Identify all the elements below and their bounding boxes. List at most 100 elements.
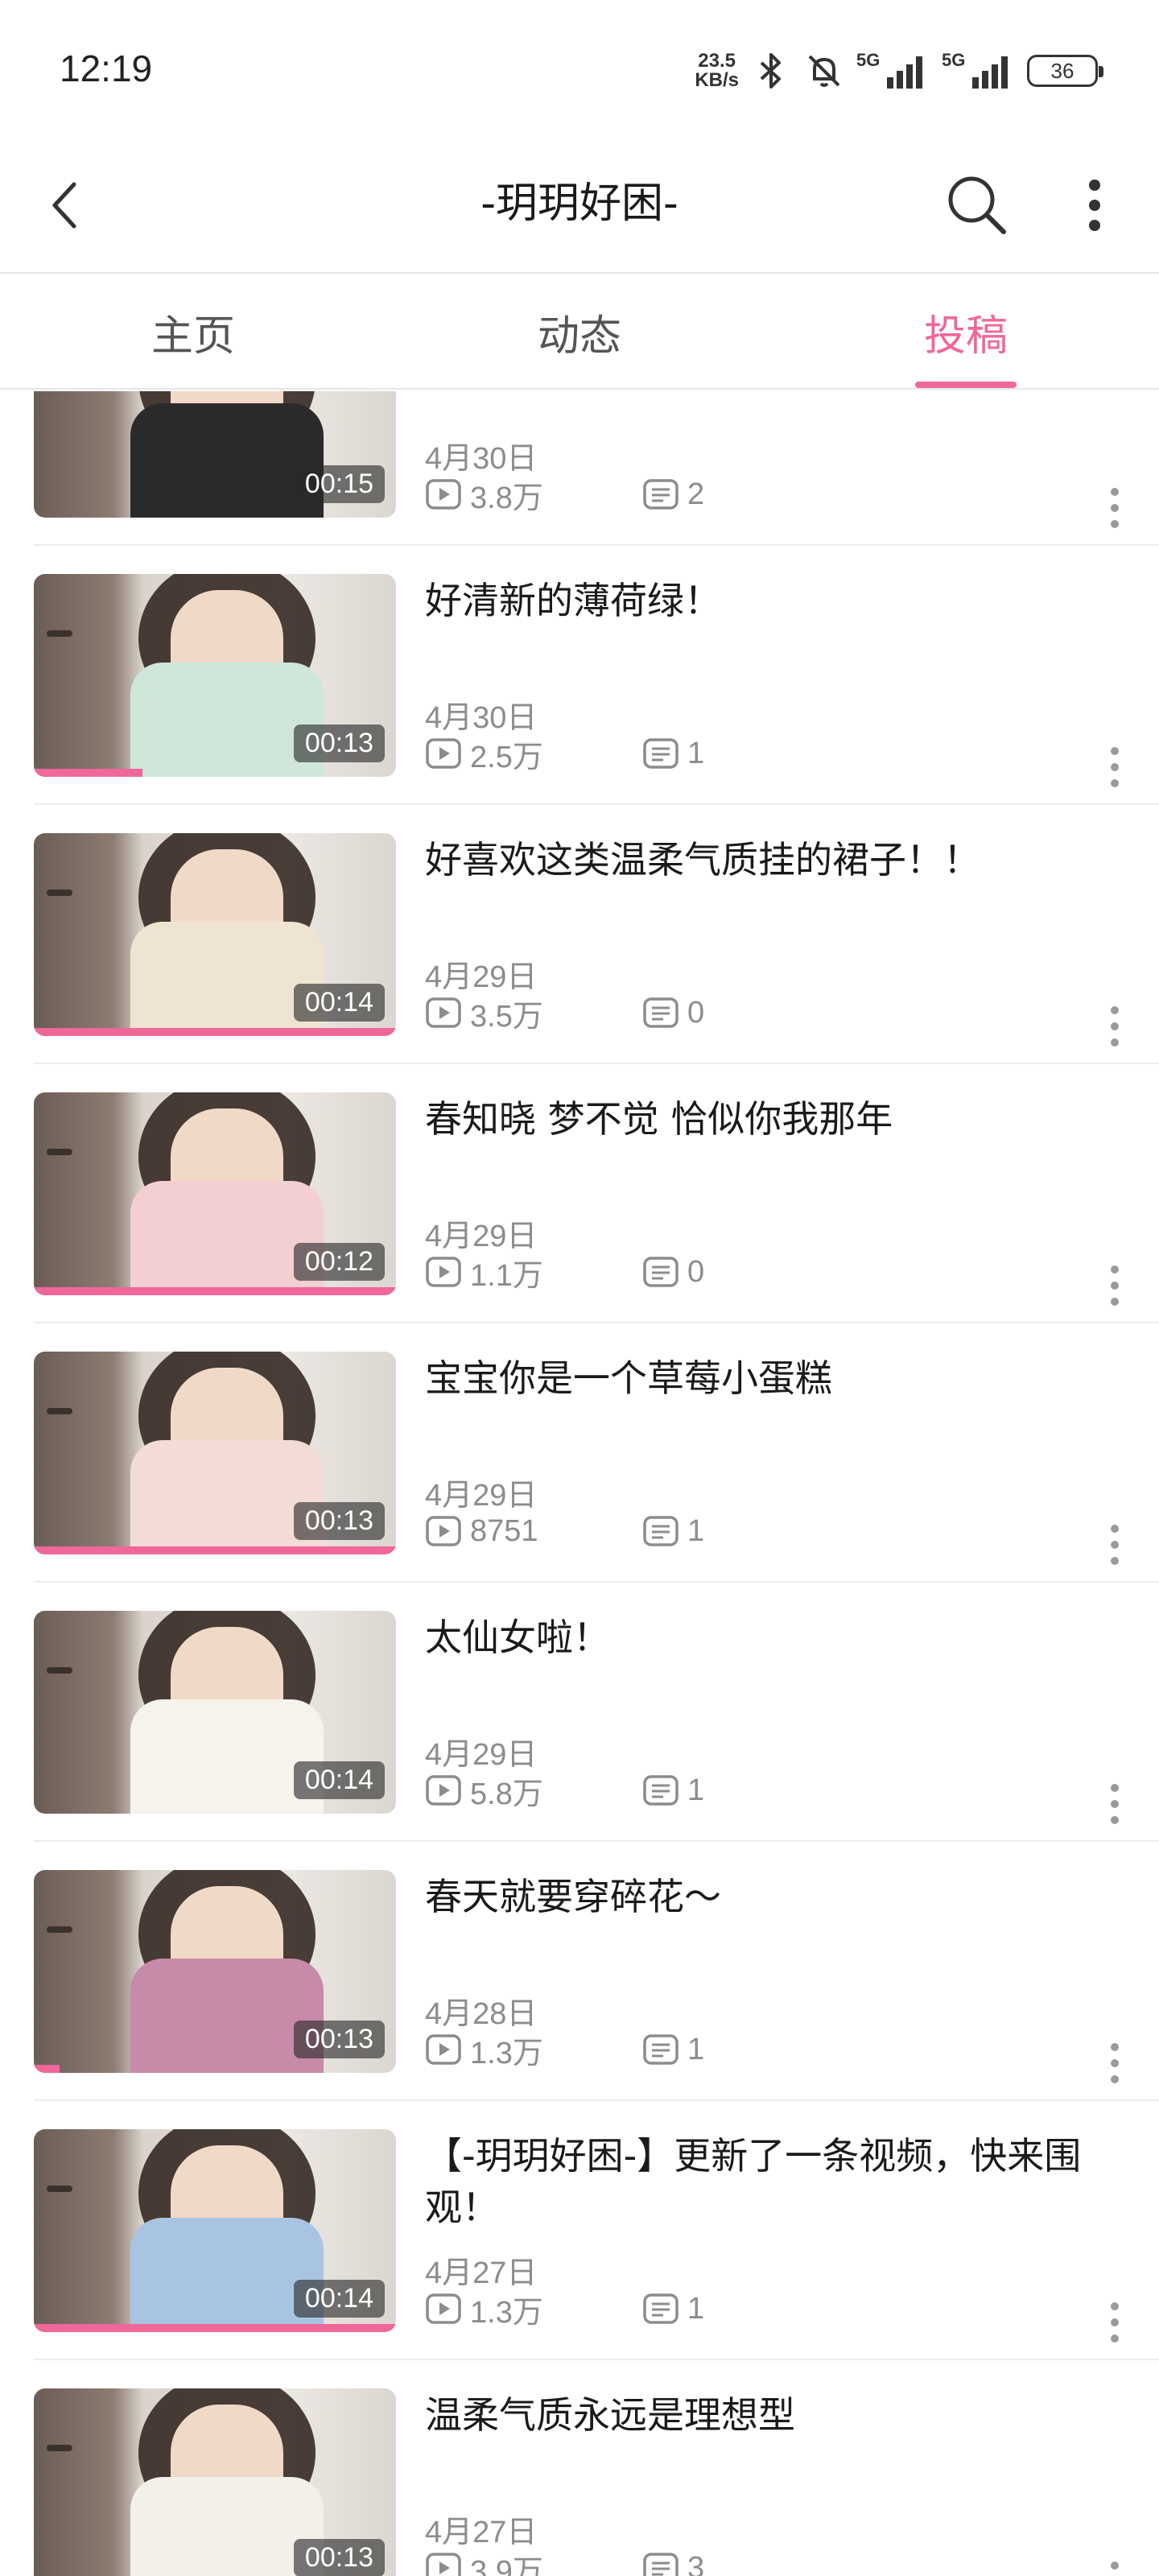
play-count-icon [426, 2293, 461, 2324]
video-item[interactable]: 00:13 温柔气质永远是理想型 4月27日 3.9万 3 [0, 2360, 1159, 2576]
view-count: 1.1万 [425, 1250, 642, 1294]
view-count: 8751 [425, 1514, 642, 1549]
video-duration: 00:14 [293, 1761, 385, 1799]
more-vertical-icon [1111, 488, 1119, 528]
profile-tabs: 主页 动态 投稿 [0, 275, 1159, 390]
comment-count: 3 [642, 2551, 704, 2576]
video-duration: 00:14 [293, 984, 385, 1022]
watch-progress-bar [34, 769, 142, 777]
view-count-value: 1.1万 [470, 1258, 543, 1293]
item-more-button[interactable] [1103, 1517, 1127, 1573]
comment-icon [643, 738, 678, 769]
comment-count: 1 [642, 2292, 704, 2326]
video-thumbnail[interactable]: 00:14 [34, 1611, 396, 1814]
video-stats: 1.3万 1 [425, 2289, 704, 2330]
status-bar: 12:19 23.5 KB/s 5G 5G 36 [0, 0, 1159, 137]
comment-icon [643, 2293, 678, 2324]
video-item[interactable]: 00:14 好喜欢这类温柔气质挂的裙子！！ 4月29日 3.5万 0 [0, 805, 1159, 1064]
tab-dynamic-label: 动态 [537, 312, 621, 361]
tab-uploads[interactable]: 投稿 [773, 275, 1159, 388]
video-item[interactable]: 00:13 春天就要穿碎花～ 4月28日 1.3万 1 [0, 1842, 1159, 2101]
battery-level: 36 [1050, 58, 1074, 83]
video-date: 4月27日 [425, 2516, 538, 2549]
video-stats: 1.1万 0 [425, 1250, 704, 1294]
more-vertical-icon [1111, 2562, 1119, 2570]
search-button[interactable] [940, 166, 1013, 243]
video-thumbnail[interactable]: 00:14 [34, 833, 396, 1036]
tab-home-label: 主页 [151, 312, 235, 361]
video-thumbnail[interactable]: 00:15 [34, 391, 396, 518]
video-title[interactable]: 【-玥玥好困-】更新了一条视频，快来围观！ [425, 2130, 1133, 2233]
more-vertical-icon [1111, 747, 1119, 787]
video-list[interactable]: 00:15 4月30日 3.8万 2 00:13 好清新的薄荷绿！ 4月30日 … [0, 391, 1159, 2576]
comment-count-value: 1 [687, 2291, 705, 2326]
video-item[interactable]: 00:14 【-玥玥好困-】更新了一条视频，快来围观！ 4月27日 1.3万 1 [0, 2101, 1159, 2360]
view-count-value: 3.8万 [470, 481, 543, 515]
item-more-button[interactable] [1103, 2553, 1127, 2576]
comment-icon [643, 2034, 678, 2065]
watch-progress-bar [34, 2065, 60, 2073]
item-more-button[interactable] [1103, 2294, 1127, 2351]
video-thumbnail[interactable]: 00:13 [34, 1352, 396, 1554]
tab-home[interactable]: 主页 [0, 275, 386, 388]
item-more-button[interactable] [1103, 1257, 1127, 1314]
video-stats: 5.8万 1 [425, 1771, 704, 1811]
view-count: 3.5万 [425, 991, 642, 1035]
video-item[interactable]: 00:12 春知晓 梦不觉 恰似你我那年 4月29日 1.1万 0 [0, 1064, 1159, 1323]
video-item[interactable]: 00:13 好清新的薄荷绿！ 4月30日 2.5万 1 [0, 546, 1159, 805]
status-icons: 23.5 KB/s 5G 5G 36 [695, 47, 1103, 95]
more-vertical-icon [1111, 1784, 1119, 1824]
video-thumbnail[interactable]: 00:12 [34, 1092, 396, 1295]
video-date: 4月30日 [425, 442, 538, 476]
item-more-button[interactable] [1103, 480, 1127, 536]
view-count-value: 2.5万 [470, 740, 543, 774]
more-vertical-icon [1111, 2043, 1119, 2083]
video-thumbnail[interactable]: 00:14 [34, 2129, 396, 2332]
video-title[interactable]: 太仙女啦！ [425, 1612, 1133, 1663]
video-title[interactable]: 温柔气质永远是理想型 [425, 2389, 1133, 2441]
video-title[interactable]: 好清新的薄荷绿！ [425, 575, 1133, 626]
video-title[interactable]: 好喜欢这类温柔气质挂的裙子！！ [425, 834, 1133, 886]
page-header: -玥玥好困- [0, 137, 1159, 274]
video-duration: 00:14 [293, 2280, 385, 2318]
item-more-button[interactable] [1103, 2035, 1127, 2091]
video-stats: 8751 1 [425, 1512, 704, 1550]
view-count: 3.9万 [425, 2546, 642, 2576]
play-count-icon [426, 738, 461, 769]
video-title[interactable]: 春天就要穿碎花～ [425, 1871, 1133, 1922]
video-item[interactable]: 00:14 太仙女啦！ 4月29日 5.8万 1 [0, 1583, 1159, 1842]
signal-2-label: 5G [942, 50, 966, 70]
video-thumbnail[interactable]: 00:13 [34, 1870, 396, 2073]
comment-icon [643, 1257, 678, 1287]
video-duration: 00:13 [293, 724, 385, 762]
thumbnail-door-handle [47, 1408, 72, 1414]
item-more-button[interactable] [1103, 739, 1127, 795]
view-count-value: 5.8万 [470, 1777, 543, 1811]
comment-count-value: 1 [687, 736, 705, 770]
comment-count: 1 [642, 1773, 704, 1808]
network-speed-unit: KB/s [695, 69, 739, 91]
video-thumbnail[interactable]: 00:13 [34, 574, 396, 777]
comment-icon [643, 1516, 678, 1546]
play-count-icon [426, 1775, 461, 1806]
item-more-button[interactable] [1103, 998, 1127, 1055]
watch-progress-bar [34, 2324, 396, 2332]
video-duration: 00:13 [293, 2021, 385, 2058]
more-vertical-icon [1089, 180, 1100, 231]
video-date: 4月28日 [425, 1997, 538, 2031]
video-thumbnail[interactable]: 00:13 [34, 2388, 396, 2576]
more-menu-button[interactable] [1070, 169, 1119, 242]
item-more-button[interactable] [1103, 1776, 1127, 1832]
video-item[interactable]: 00:15 4月30日 3.8万 2 [0, 391, 1159, 546]
bluetooth-icon [750, 50, 792, 92]
video-title[interactable]: 春知晓 梦不觉 恰似你我那年 [425, 1093, 1133, 1145]
watch-progress-bar [34, 1287, 396, 1295]
video-item[interactable]: 00:13 宝宝你是一个草莓小蛋糕 4月29日 8751 1 [0, 1323, 1159, 1583]
video-title[interactable]: 宝宝你是一个草莓小蛋糕 [425, 1352, 1133, 1404]
video-stats: 1.3万 1 [425, 2030, 704, 2070]
thumbnail-door-handle [47, 2186, 72, 2192]
tab-dynamic[interactable]: 动态 [386, 275, 773, 388]
status-time: 12:19 [60, 47, 153, 89]
view-count: 2.5万 [425, 732, 642, 776]
signal-1-icon: 5G [856, 50, 930, 92]
